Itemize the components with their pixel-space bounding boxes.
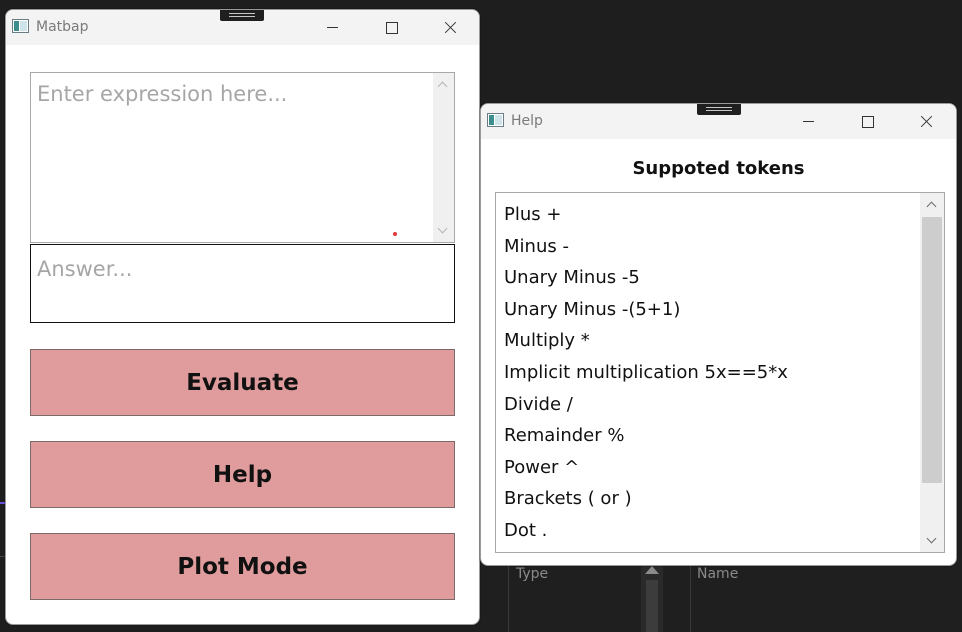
maximize-button[interactable] [368,10,414,45]
expression-scrollbar[interactable] [433,73,454,242]
list-item: Unary Minus -(5+1) [504,298,681,320]
list-item: Unary Minus -5 [504,267,640,289]
token-list[interactable]: Plus + Minus - Unary Minus -5 Unary Minu… [495,192,945,553]
help-heading: Suppoted tokens [632,158,805,179]
list-item: Divide / [504,393,573,415]
answer-field[interactable] [31,245,454,285]
plot-mode-button[interactable]: Plot Mode [30,533,455,600]
minimize-button[interactable] [786,104,832,139]
list-item: Power ^ [504,456,580,478]
list-item: Plus + [504,204,562,225]
window-title: Help [511,113,543,129]
minimize-button[interactable] [310,10,356,45]
window-title: Matbap [36,19,89,35]
app-icon [12,19,29,33]
list-item: Minus - [504,235,569,257]
background-column-name[interactable]: Name [697,566,738,582]
chevron-down-icon[interactable] [437,223,448,234]
scrollbar-thumb[interactable] [922,217,942,483]
list-item: Multiply * [504,330,590,352]
matbap-window: Matbap Evaluate Help Plot Mode [5,9,480,625]
drag-grip-icon[interactable] [697,104,741,115]
chevron-up-icon[interactable] [926,201,937,212]
cursor-dot [393,232,397,236]
evaluate-button[interactable]: Evaluate [30,349,455,416]
answer-box[interactable] [30,244,455,323]
maximize-button[interactable] [844,104,890,139]
scrollbar-thumb[interactable] [646,580,658,632]
list-item: Brackets ( or ) [504,488,632,510]
token-list-scrollbar[interactable] [920,193,944,552]
scroll-up-arrow-icon[interactable] [645,566,659,574]
help-button[interactable]: Help [30,441,455,508]
background-column-separator [690,560,691,632]
help-window: Help Suppoted tokens Plus + Minus - Unar… [480,103,957,566]
expression-input[interactable] [31,73,433,242]
background-column-type[interactable]: Type [516,566,548,582]
chevron-down-icon[interactable] [926,533,937,544]
background-column-separator [508,560,509,632]
chevron-up-icon[interactable] [437,81,448,92]
drag-grip-icon[interactable] [220,10,264,21]
list-item: Dot . [504,519,548,541]
expression-input-box[interactable] [30,72,455,243]
background-scrollbar[interactable] [641,560,663,632]
list-item: Remainder % [504,425,625,447]
list-item: Implicit multiplication 5x==5*x [504,361,788,383]
close-button[interactable] [903,104,949,139]
app-icon [487,113,504,127]
close-button[interactable] [427,10,473,45]
